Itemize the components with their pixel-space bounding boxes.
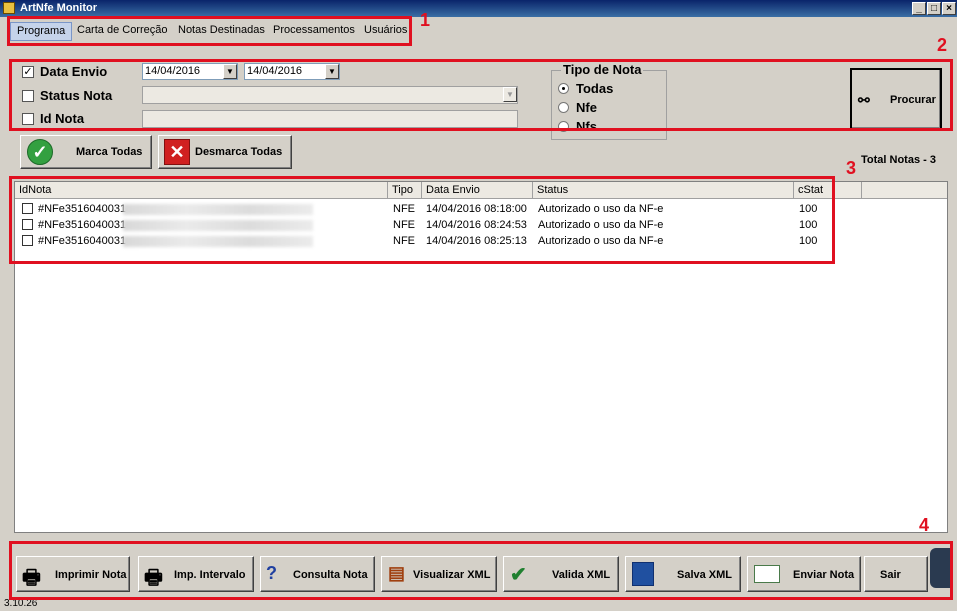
annotation-number: 1 <box>420 10 431 30</box>
annotation-box <box>7 16 412 46</box>
col-filler <box>862 182 947 199</box>
annotation-number: 2 <box>937 35 948 55</box>
mark-all-button[interactable]: ✓ Marca Todas <box>20 135 152 169</box>
annotation-box <box>9 176 835 264</box>
annotation-box <box>9 541 953 600</box>
maximize-icon[interactable]: □ <box>927 2 941 15</box>
annotation-number: 4 <box>919 515 930 535</box>
check-icon: ✓ <box>27 139 53 165</box>
minimize-icon[interactable]: _ <box>912 2 926 15</box>
app-icon <box>3 2 15 14</box>
unmark-all-label: Desmarca Todas <box>195 146 283 158</box>
close-icon[interactable]: × <box>942 2 956 15</box>
unmark-all-button[interactable]: ✕ Desmarca Todas <box>158 135 292 169</box>
total-notes: Total Notas - 3 <box>861 154 936 166</box>
annotation-box <box>9 59 953 131</box>
annotation-number: 3 <box>846 158 857 178</box>
mark-all-label: Marca Todas <box>76 146 143 158</box>
window-title: ArtNfe Monitor <box>20 2 97 14</box>
title-bar: ArtNfe Monitor _ □ × <box>0 0 957 17</box>
x-icon: ✕ <box>164 139 190 165</box>
